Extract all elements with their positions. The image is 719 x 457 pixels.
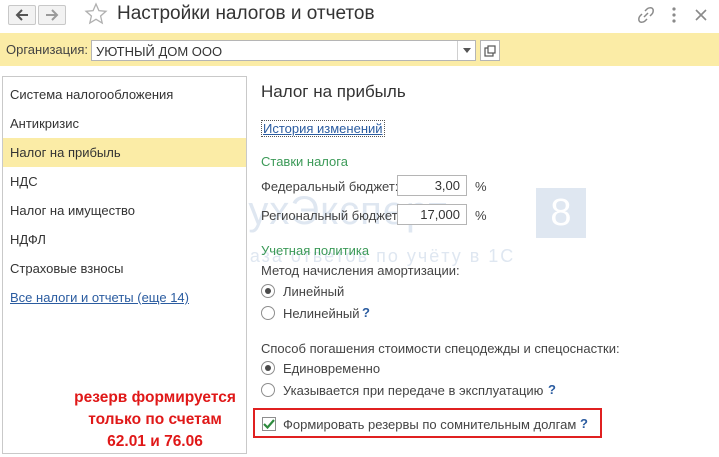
page-title: Налог на прибыль: [261, 82, 406, 101]
sidebar-item-tax-system[interactable]: Система налогообложения: [3, 80, 246, 109]
rates-section-title: Ставки налога: [261, 154, 348, 169]
help-reserves-icon[interactable]: ?: [580, 416, 588, 431]
sidebar-all-taxes-row: Все налоги и отчеты (еще 14): [3, 283, 246, 312]
radio-on-commissioning[interactable]: [261, 383, 275, 397]
chevron-down-icon: [462, 48, 471, 53]
help-nonlinear-icon[interactable]: ?: [362, 305, 370, 320]
federal-rate-input[interactable]: 3,00: [397, 175, 467, 196]
sidebar-item-anticrisis[interactable]: Антикризис: [3, 109, 246, 138]
sidebar-item-profit-tax[interactable]: Налог на прибыль: [3, 138, 246, 167]
window-title: Настройки налогов и отчетов: [117, 3, 375, 24]
radio-nonlinear[interactable]: [261, 306, 275, 320]
organization-dropdown-button[interactable]: [457, 41, 475, 60]
all-taxes-link[interactable]: Все налоги и отчеты (еще 14): [10, 290, 189, 305]
forward-button[interactable]: [38, 5, 66, 25]
sidebar-item-insurance[interactable]: Страховые взносы: [3, 254, 246, 283]
close-icon[interactable]: [692, 6, 710, 24]
radio-nonlinear-label[interactable]: Нелинейный: [283, 306, 360, 321]
radio-one-time[interactable]: [261, 361, 275, 375]
organization-open-button[interactable]: [480, 40, 500, 61]
arrow-right-icon: [46, 9, 59, 21]
sidebar-item-ndfl[interactable]: НДФЛ: [3, 225, 246, 254]
help-workwear-icon[interactable]: ?: [548, 382, 556, 397]
policy-section-title: Учетная политика: [261, 243, 370, 258]
regional-rate-input[interactable]: 17,000: [397, 204, 467, 225]
link-icon[interactable]: [637, 6, 655, 24]
star-icon[interactable]: [84, 2, 108, 26]
regional-budget-label: Региональный бюджет:: [261, 208, 402, 223]
annotation-line-3: 62.01 и 76.06: [107, 433, 203, 450]
workwear-method-label: Способ погашения стоимости спецодежды и …: [261, 341, 620, 356]
regional-rate-unit: %: [475, 208, 487, 223]
radio-linear-label[interactable]: Линейный: [283, 284, 344, 299]
federal-rate-unit: %: [475, 179, 487, 194]
radio-linear[interactable]: [261, 284, 275, 298]
sidebar-item-property-tax[interactable]: Налог на имущество: [3, 196, 246, 225]
arrow-left-icon: [15, 9, 28, 21]
title-bar: Настройки налогов и отчетов: [0, 0, 719, 30]
checkmark-icon: [263, 419, 275, 429]
reserves-checkbox[interactable]: [262, 417, 276, 431]
radio-one-time-label[interactable]: Единовременно: [283, 361, 380, 376]
federal-budget-label: Федеральный бюджет:: [261, 179, 399, 194]
depreciation-method-label: Метод начисления амортизации:: [261, 263, 460, 278]
history-link[interactable]: История изменений: [261, 120, 385, 137]
annotation-line-1: резерв формируется: [74, 389, 236, 406]
organization-bar: Организация: УЮТНЫЙ ДОМ ООО: [0, 33, 719, 66]
reserves-label[interactable]: Формировать резервы по сомнительным долг…: [283, 417, 576, 432]
back-button[interactable]: [8, 5, 36, 25]
organization-value: УЮТНЫЙ ДОМ ООО: [96, 44, 223, 59]
open-form-icon: [484, 44, 496, 57]
sidebar-item-vat[interactable]: НДС: [3, 167, 246, 196]
radio-on-commissioning-label[interactable]: Указывается при передаче в эксплуатацию: [283, 383, 543, 398]
annotation-text: резерв формируется только по счетам 62.0…: [60, 387, 250, 453]
main-panel: Налог на прибыль История изменений Ставк…: [255, 70, 719, 457]
more-icon[interactable]: [665, 6, 683, 24]
organization-label: Организация:: [6, 42, 89, 57]
annotation-line-2: только по счетам: [88, 411, 222, 428]
organization-field[interactable]: УЮТНЫЙ ДОМ ООО: [91, 40, 476, 61]
